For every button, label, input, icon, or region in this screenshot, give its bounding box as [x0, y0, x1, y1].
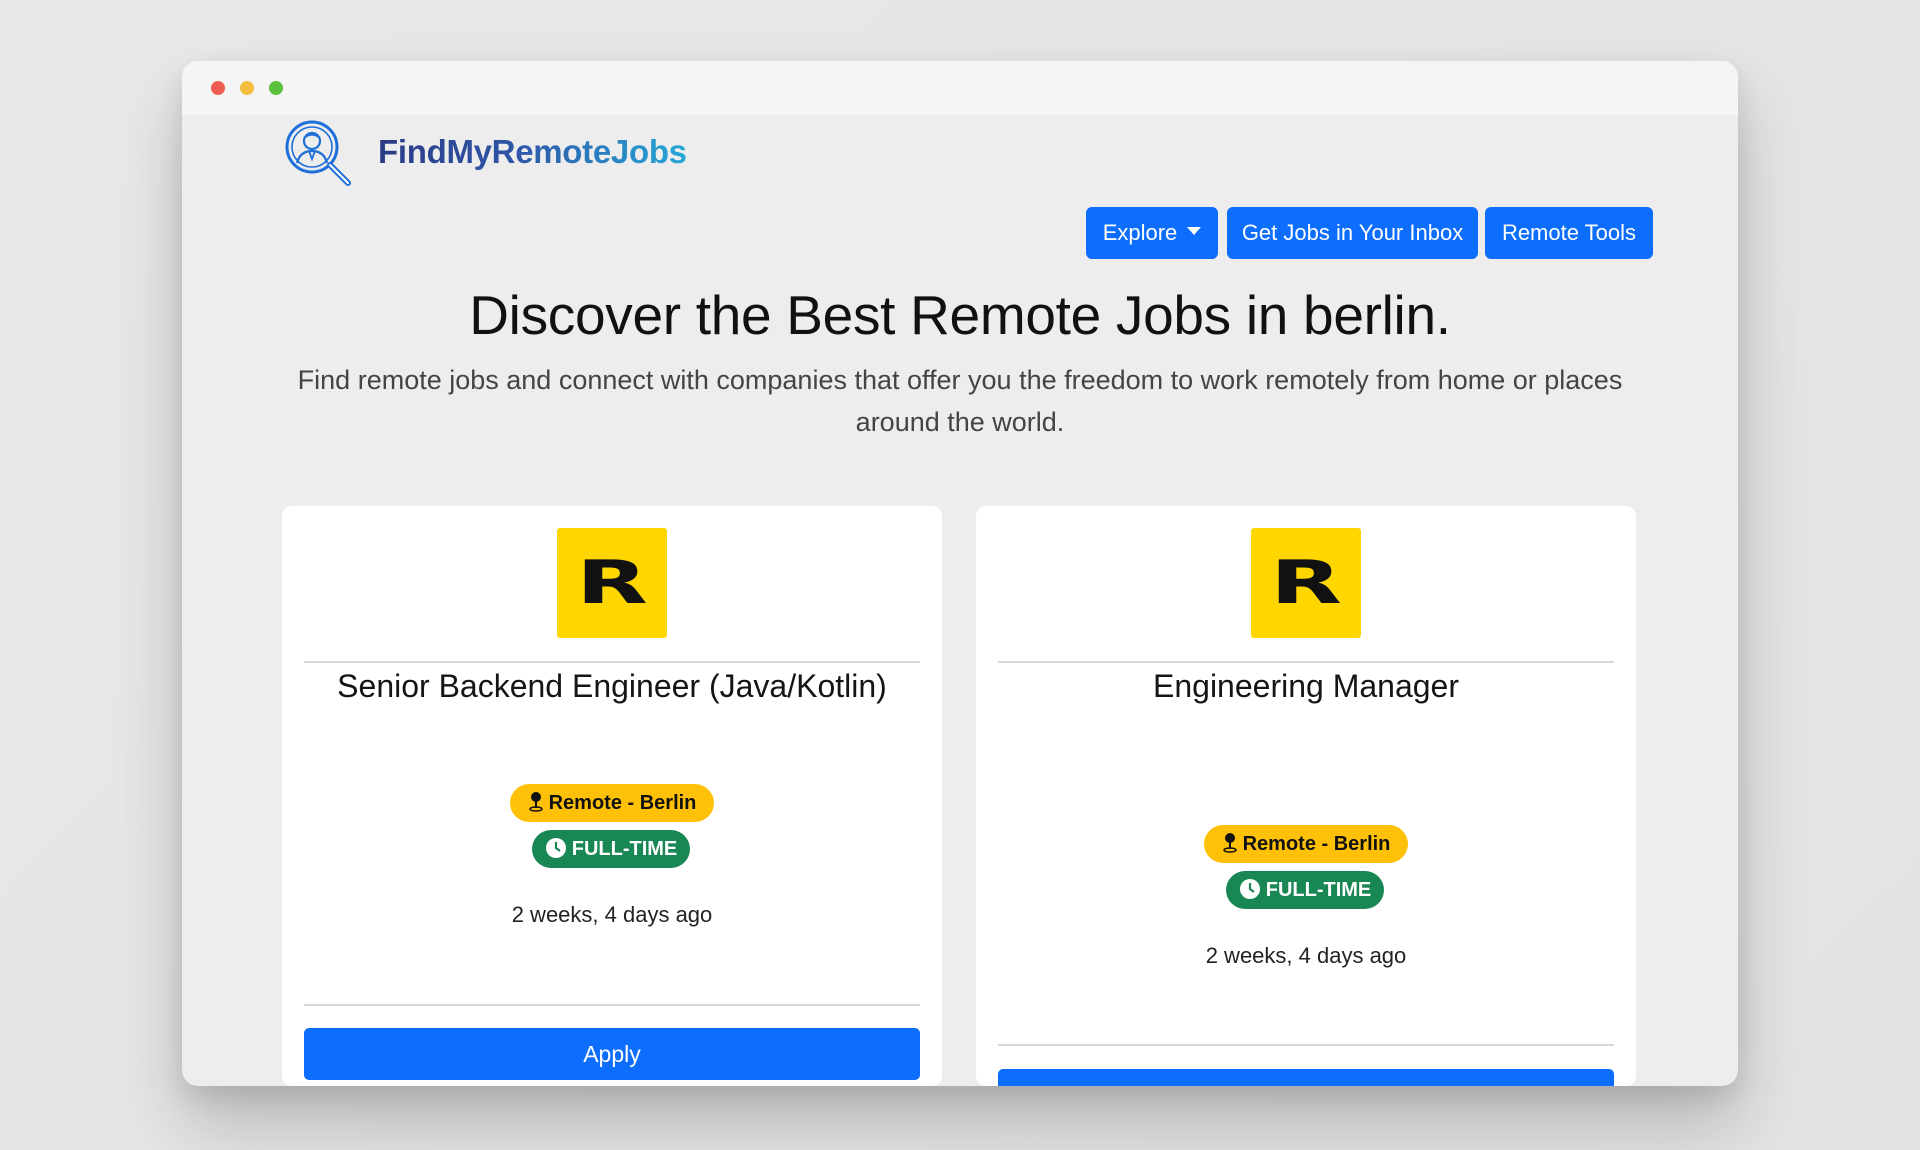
- location-text: Remote - Berlin: [1242, 833, 1391, 855]
- job-card: R Senior Backend Engineer (Java/Kotlin) …: [282, 506, 942, 1086]
- apply-button[interactable]: Apply: [304, 1028, 920, 1080]
- posted-time: 2 weeks, 4 days ago: [511, 902, 713, 927]
- explore-dropdown-button[interactable]: Explore: [1086, 207, 1218, 259]
- clock-icon: [545, 837, 566, 858]
- map-pin-icon: [1222, 832, 1237, 853]
- browser-window: FindMyRemoteJobs Explore Get Jobs in You…: [182, 61, 1738, 1086]
- job-type-badge: FULL-TIME: [1226, 871, 1384, 909]
- job-type-badge: FULL-TIME: [532, 830, 690, 868]
- company-logo-letter: R: [1270, 548, 1342, 618]
- divider: [304, 1004, 920, 1006]
- window-titlebar: [182, 61, 1738, 115]
- close-window-button[interactable]: [211, 81, 225, 95]
- remote-tools-button[interactable]: Remote Tools: [1485, 207, 1653, 259]
- company-logo[interactable]: R: [557, 528, 667, 638]
- divider: [304, 661, 920, 663]
- job-type-text: FULL-TIME: [1265, 879, 1372, 901]
- location-text: Remote - Berlin: [548, 792, 697, 814]
- divider: [998, 1044, 1614, 1046]
- map-pin-icon: [528, 791, 543, 812]
- minimize-window-button[interactable]: [240, 81, 254, 95]
- divider: [998, 661, 1614, 663]
- job-title[interactable]: Engineering Manager: [976, 668, 1636, 705]
- get-jobs-inbox-button[interactable]: Get Jobs in Your Inbox: [1227, 207, 1478, 259]
- caret-down-icon: [1187, 227, 1202, 236]
- location-badge: Remote - Berlin: [510, 784, 714, 822]
- clock-icon: [1239, 878, 1260, 899]
- search-person-icon[interactable]: [282, 117, 358, 193]
- posted-time: 2 weeks, 4 days ago: [1205, 943, 1407, 968]
- job-card: R Engineering Manager Remote - Berlin FU…: [976, 506, 1636, 1086]
- job-type-text: FULL-TIME: [571, 838, 678, 860]
- maximize-window-button[interactable]: [269, 81, 283, 95]
- page-subtitle: Find remote jobs and connect with compan…: [297, 365, 1623, 437]
- site-logo-text[interactable]: FindMyRemoteJobs: [378, 133, 687, 171]
- apply-button[interactable]: Apply: [998, 1069, 1614, 1086]
- explore-label: Explore: [1102, 220, 1178, 245]
- company-logo-letter: R: [576, 548, 648, 618]
- job-title[interactable]: Senior Backend Engineer (Java/Kotlin): [282, 668, 942, 705]
- location-badge: Remote - Berlin: [1204, 825, 1408, 863]
- page-title: Discover the Best Remote Jobs in berlin.: [469, 284, 1451, 346]
- company-logo[interactable]: R: [1251, 528, 1361, 638]
